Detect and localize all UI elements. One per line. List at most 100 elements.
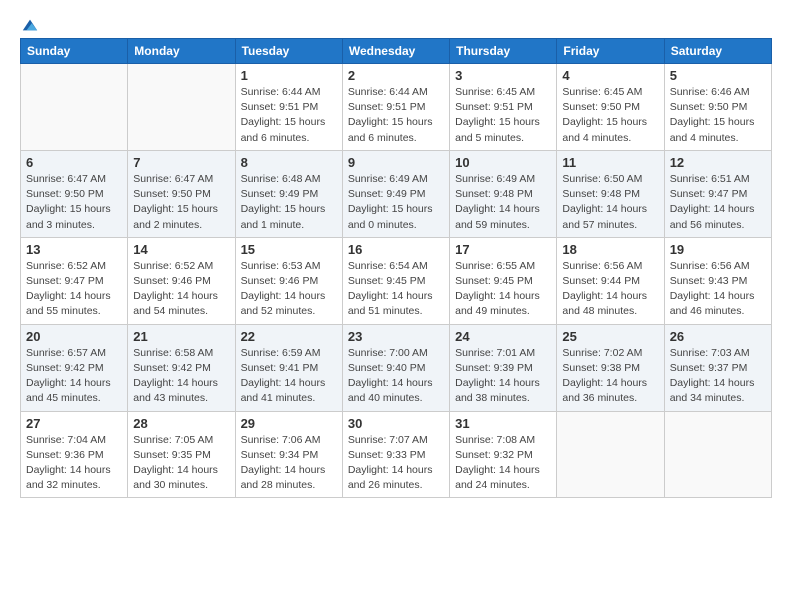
day-number: 8 — [241, 155, 337, 170]
day-number: 18 — [562, 242, 658, 257]
day-of-week-header: Monday — [128, 39, 235, 64]
calendar-week-row: 27 Sunrise: 7:04 AM Sunset: 9:36 PM Dayli… — [21, 411, 772, 498]
day-info: Sunrise: 6:45 AM Sunset: 9:51 PM Dayligh… — [455, 85, 551, 146]
day-number: 9 — [348, 155, 444, 170]
calendar-cell: 26 Sunrise: 7:03 AM Sunset: 9:37 PM Dayli… — [664, 324, 771, 411]
day-number: 29 — [241, 416, 337, 431]
day-info: Sunrise: 6:49 AM Sunset: 9:49 PM Dayligh… — [348, 172, 444, 233]
calendar-cell: 20 Sunrise: 6:57 AM Sunset: 9:42 PM Dayli… — [21, 324, 128, 411]
calendar-cell — [557, 411, 664, 498]
day-info: Sunrise: 7:05 AM Sunset: 9:35 PM Dayligh… — [133, 433, 229, 494]
calendar-cell: 13 Sunrise: 6:52 AM Sunset: 9:47 PM Dayli… — [21, 237, 128, 324]
day-info: Sunrise: 7:03 AM Sunset: 9:37 PM Dayligh… — [670, 346, 766, 407]
calendar-cell: 5 Sunrise: 6:46 AM Sunset: 9:50 PM Daylig… — [664, 64, 771, 151]
day-info: Sunrise: 6:59 AM Sunset: 9:41 PM Dayligh… — [241, 346, 337, 407]
calendar-cell: 31 Sunrise: 7:08 AM Sunset: 9:32 PM Dayli… — [450, 411, 557, 498]
day-number: 15 — [241, 242, 337, 257]
day-number: 27 — [26, 416, 122, 431]
calendar-week-row: 20 Sunrise: 6:57 AM Sunset: 9:42 PM Dayli… — [21, 324, 772, 411]
day-number: 1 — [241, 68, 337, 83]
day-info: Sunrise: 6:44 AM Sunset: 9:51 PM Dayligh… — [241, 85, 337, 146]
day-number: 25 — [562, 329, 658, 344]
calendar-cell: 29 Sunrise: 7:06 AM Sunset: 9:34 PM Dayli… — [235, 411, 342, 498]
day-of-week-header: Saturday — [664, 39, 771, 64]
calendar-cell: 11 Sunrise: 6:50 AM Sunset: 9:48 PM Dayli… — [557, 150, 664, 237]
calendar-cell: 9 Sunrise: 6:49 AM Sunset: 9:49 PM Daylig… — [342, 150, 449, 237]
day-number: 30 — [348, 416, 444, 431]
calendar-cell: 27 Sunrise: 7:04 AM Sunset: 9:36 PM Dayli… — [21, 411, 128, 498]
day-info: Sunrise: 7:02 AM Sunset: 9:38 PM Dayligh… — [562, 346, 658, 407]
day-number: 11 — [562, 155, 658, 170]
calendar-cell — [21, 64, 128, 151]
calendar-cell: 24Sunrise: 7:01 AM Sunset: 9:39 PM Dayli… — [450, 324, 557, 411]
day-info: Sunrise: 6:48 AM Sunset: 9:49 PM Dayligh… — [241, 172, 337, 233]
day-number: 7 — [133, 155, 229, 170]
calendar-cell: 15 Sunrise: 6:53 AM Sunset: 9:46 PM Dayli… — [235, 237, 342, 324]
day-of-week-header: Sunday — [21, 39, 128, 64]
day-number: 20 — [26, 329, 122, 344]
day-info: Sunrise: 6:47 AM Sunset: 9:50 PM Dayligh… — [26, 172, 122, 233]
day-info: Sunrise: 6:45 AM Sunset: 9:50 PM Dayligh… — [562, 85, 658, 146]
day-of-week-header: Tuesday — [235, 39, 342, 64]
day-number: 5 — [670, 68, 766, 83]
day-info: Sunrise: 6:56 AM Sunset: 9:43 PM Dayligh… — [670, 259, 766, 320]
day-number: 16 — [348, 242, 444, 257]
calendar-cell: 28Sunrise: 7:05 AM Sunset: 9:35 PM Dayli… — [128, 411, 235, 498]
day-number: 26 — [670, 329, 766, 344]
day-info: Sunrise: 7:08 AM Sunset: 9:32 PM Dayligh… — [455, 433, 551, 494]
day-info: Sunrise: 6:52 AM Sunset: 9:47 PM Dayligh… — [26, 259, 122, 320]
day-number: 22 — [241, 329, 337, 344]
day-of-week-header: Friday — [557, 39, 664, 64]
calendar-cell: 17 Sunrise: 6:55 AM Sunset: 9:45 PM Dayli… — [450, 237, 557, 324]
calendar-cell: 10Sunrise: 6:49 AM Sunset: 9:48 PM Dayli… — [450, 150, 557, 237]
calendar-cell: 6 Sunrise: 6:47 AM Sunset: 9:50 PM Daylig… — [21, 150, 128, 237]
logo — [20, 16, 39, 30]
day-info: Sunrise: 6:46 AM Sunset: 9:50 PM Dayligh… — [670, 85, 766, 146]
calendar-cell: 3 Sunrise: 6:45 AM Sunset: 9:51 PM Daylig… — [450, 64, 557, 151]
calendar-cell: 1 Sunrise: 6:44 AM Sunset: 9:51 PM Daylig… — [235, 64, 342, 151]
day-info: Sunrise: 6:51 AM Sunset: 9:47 PM Dayligh… — [670, 172, 766, 233]
day-number: 12 — [670, 155, 766, 170]
day-number: 31 — [455, 416, 551, 431]
day-info: Sunrise: 7:04 AM Sunset: 9:36 PM Dayligh… — [26, 433, 122, 494]
day-number: 23 — [348, 329, 444, 344]
day-number: 13 — [26, 242, 122, 257]
calendar-cell: 8 Sunrise: 6:48 AM Sunset: 9:49 PM Daylig… — [235, 150, 342, 237]
calendar-cell: 16 Sunrise: 6:54 AM Sunset: 9:45 PM Dayli… — [342, 237, 449, 324]
calendar-week-row: 6 Sunrise: 6:47 AM Sunset: 9:50 PM Daylig… — [21, 150, 772, 237]
day-number: 19 — [670, 242, 766, 257]
day-number: 2 — [348, 68, 444, 83]
day-info: Sunrise: 6:55 AM Sunset: 9:45 PM Dayligh… — [455, 259, 551, 320]
calendar-cell: 22 Sunrise: 6:59 AM Sunset: 9:41 PM Dayli… — [235, 324, 342, 411]
day-number: 4 — [562, 68, 658, 83]
day-number: 24 — [455, 329, 551, 344]
day-info: Sunrise: 6:54 AM Sunset: 9:45 PM Dayligh… — [348, 259, 444, 320]
calendar-cell: 30Sunrise: 7:07 AM Sunset: 9:33 PM Dayli… — [342, 411, 449, 498]
day-of-week-header: Thursday — [450, 39, 557, 64]
calendar-cell: 12 Sunrise: 6:51 AM Sunset: 9:47 PM Dayli… — [664, 150, 771, 237]
calendar-cell: 7 Sunrise: 6:47 AM Sunset: 9:50 PM Daylig… — [128, 150, 235, 237]
calendar-cell: 21Sunrise: 6:58 AM Sunset: 9:42 PM Dayli… — [128, 324, 235, 411]
calendar-cell: 18Sunrise: 6:56 AM Sunset: 9:44 PM Dayli… — [557, 237, 664, 324]
day-number: 6 — [26, 155, 122, 170]
day-number: 3 — [455, 68, 551, 83]
day-info: Sunrise: 6:53 AM Sunset: 9:46 PM Dayligh… — [241, 259, 337, 320]
day-info: Sunrise: 7:06 AM Sunset: 9:34 PM Dayligh… — [241, 433, 337, 494]
logo-icon — [21, 16, 39, 34]
calendar-cell: 19 Sunrise: 6:56 AM Sunset: 9:43 PM Dayli… — [664, 237, 771, 324]
day-info: Sunrise: 6:57 AM Sunset: 9:42 PM Dayligh… — [26, 346, 122, 407]
calendar-cell: 25 Sunrise: 7:02 AM Sunset: 9:38 PM Dayli… — [557, 324, 664, 411]
day-info: Sunrise: 6:47 AM Sunset: 9:50 PM Dayligh… — [133, 172, 229, 233]
day-info: Sunrise: 6:50 AM Sunset: 9:48 PM Dayligh… — [562, 172, 658, 233]
calendar-week-row: 13 Sunrise: 6:52 AM Sunset: 9:47 PM Dayli… — [21, 237, 772, 324]
calendar-week-row: 1 Sunrise: 6:44 AM Sunset: 9:51 PM Daylig… — [21, 64, 772, 151]
calendar-header-row: SundayMondayTuesdayWednesdayThursdayFrid… — [21, 39, 772, 64]
day-of-week-header: Wednesday — [342, 39, 449, 64]
calendar-cell: 14Sunrise: 6:52 AM Sunset: 9:46 PM Dayli… — [128, 237, 235, 324]
day-number: 17 — [455, 242, 551, 257]
calendar-cell — [664, 411, 771, 498]
day-info: Sunrise: 6:52 AM Sunset: 9:46 PM Dayligh… — [133, 259, 229, 320]
day-info: Sunrise: 6:44 AM Sunset: 9:51 PM Dayligh… — [348, 85, 444, 146]
calendar-table: SundayMondayTuesdayWednesdayThursdayFrid… — [20, 38, 772, 498]
day-info: Sunrise: 6:49 AM Sunset: 9:48 PM Dayligh… — [455, 172, 551, 233]
